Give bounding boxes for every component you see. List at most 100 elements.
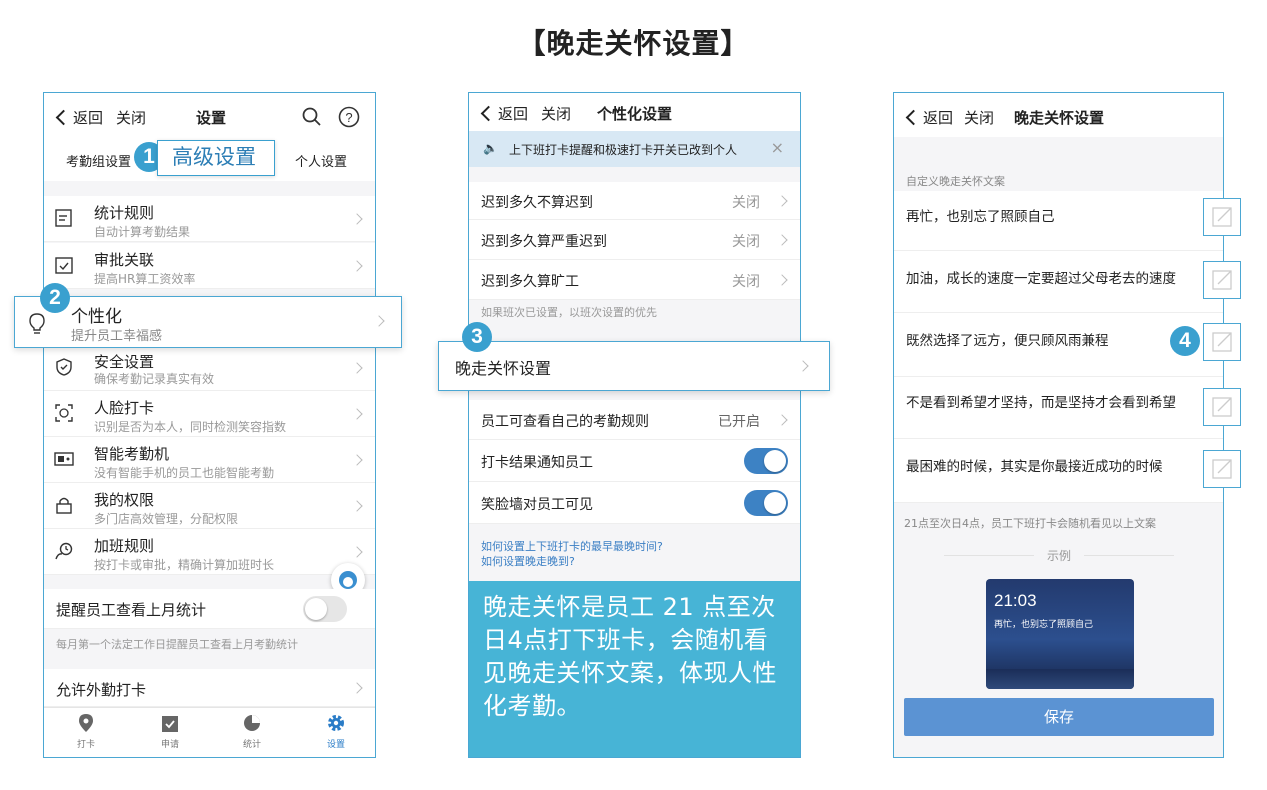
serious-late-row[interactable]: 迟到多久算严重迟到 关闭 bbox=[469, 220, 800, 260]
tab-apply[interactable]: 申请 bbox=[150, 713, 190, 750]
speaker-icon: 🔈 bbox=[483, 141, 498, 155]
chevron-right-icon bbox=[351, 500, 363, 512]
back-label: 返回 bbox=[73, 109, 104, 127]
late-care-settings-item[interactable]: 晚走关怀设置 bbox=[438, 341, 830, 391]
nav-title: 设置 bbox=[196, 109, 227, 127]
message-text: 最困难的时候，其实是你最接近成功的时候 bbox=[906, 459, 1163, 475]
tab-advanced-settings[interactable]: 高级设置 bbox=[157, 140, 275, 176]
row-label: 迟到多久算严重迟到 bbox=[481, 234, 607, 250]
step-badge-2: 2 bbox=[40, 283, 70, 313]
example-label: 示例 bbox=[1034, 547, 1084, 564]
back-chevron-icon bbox=[480, 105, 497, 122]
tab-personal-settings[interactable]: 个人设置 bbox=[295, 151, 347, 170]
chevron-right-icon bbox=[797, 360, 809, 372]
notify-toggle[interactable] bbox=[744, 448, 788, 474]
item-subtitle: 识别是否为本人，同时检测笑容指数 bbox=[94, 420, 287, 434]
item-title: 安全设置 bbox=[94, 353, 155, 371]
list-item-approval[interactable]: 审批关联 提高HR算工资效率 bbox=[44, 243, 375, 289]
tab-checkin[interactable]: 打卡 bbox=[66, 713, 106, 750]
tab-group-settings[interactable]: 考勤组设置 bbox=[66, 151, 131, 170]
back-label: 返回 bbox=[923, 109, 954, 127]
row-label: 打卡结果通知员工 bbox=[481, 455, 593, 471]
item-subtitle: 确保考勤记录真实有效 bbox=[94, 372, 215, 386]
footnote: 21点至次日4点，员工下班打卡会随机看见以上文案 bbox=[904, 517, 1156, 530]
svg-text:?: ? bbox=[345, 110, 352, 125]
edit-message-button[interactable] bbox=[1203, 388, 1241, 426]
edit-message-button[interactable] bbox=[1203, 261, 1241, 299]
list-item-face-checkin[interactable]: 人脸打卡 识别是否为本人，同时检测笑容指数 bbox=[44, 391, 375, 437]
notice-text: 上下班打卡提醒和极速打卡开关已改到个人 bbox=[509, 143, 738, 157]
chevron-right-icon bbox=[776, 234, 788, 246]
edit-message-button[interactable] bbox=[1203, 450, 1241, 488]
chevron-right-icon bbox=[351, 213, 363, 225]
list-item-stats-rules[interactable]: 统计规则 自动计算考勤结果 bbox=[44, 196, 375, 242]
remind-label: 提醒员工查看上月统计 bbox=[56, 601, 207, 619]
example-text: 再忙，也别忘了照顾自己 bbox=[994, 620, 1094, 630]
message-text: 不是看到希望才坚持，而是坚持才会看到希望 bbox=[906, 395, 1176, 411]
search-icon[interactable] bbox=[302, 107, 322, 127]
close-button[interactable]: 关闭 bbox=[116, 107, 146, 128]
remind-toggle[interactable] bbox=[303, 596, 347, 622]
list-item-security[interactable]: 安全设置 确保考勤记录真实有效 bbox=[44, 347, 375, 391]
close-button[interactable]: 关闭 bbox=[964, 107, 994, 128]
nav-title: 个性化设置 bbox=[597, 105, 673, 123]
notify-result-row: 打卡结果通知员工 bbox=[469, 440, 800, 482]
close-button[interactable]: 关闭 bbox=[541, 103, 571, 124]
tab-settings[interactable]: 设置 bbox=[316, 713, 356, 750]
item-title: 统计规则 bbox=[94, 204, 155, 222]
example-time: 21:03 bbox=[994, 591, 1037, 610]
edit-message-button[interactable] bbox=[1203, 198, 1241, 236]
back-button[interactable]: 返回 bbox=[905, 107, 954, 128]
outside-label: 允许外勤打卡 bbox=[56, 681, 147, 699]
shift-note: 如果班次已设置，以班次设置的优先 bbox=[481, 306, 657, 319]
help-link-time[interactable]: 如何设置上下班打卡的最早最晚时间? bbox=[481, 539, 663, 554]
view-rules-row[interactable]: 员工可查看自己的考勤规则 已开启 bbox=[469, 400, 800, 440]
help-link-late[interactable]: 如何设置晚走晚到? bbox=[481, 554, 663, 569]
back-label: 返回 bbox=[498, 105, 529, 123]
nav-bar: 返回 关闭 设置 ? bbox=[44, 93, 375, 139]
item-title: 智能考勤机 bbox=[94, 445, 170, 463]
item-title: 个性化 bbox=[71, 307, 122, 327]
row-value: 关闭 bbox=[732, 274, 760, 290]
remind-monthly-stats-row: 提醒员工查看上月统计 bbox=[44, 589, 375, 629]
absent-row[interactable]: 迟到多久算旷工 关闭 bbox=[469, 260, 800, 300]
help-icon[interactable]: ? bbox=[338, 106, 360, 128]
item-title: 晚走关怀设置 bbox=[455, 359, 552, 378]
message-row: 加油，成长的速度一定要超过父母老去的速度 bbox=[894, 251, 1223, 313]
shield-icon bbox=[56, 358, 72, 376]
chevron-right-icon bbox=[776, 274, 788, 286]
tab-label: 设置 bbox=[326, 740, 345, 750]
row-value: 关闭 bbox=[732, 195, 760, 211]
edit-message-button[interactable] bbox=[1203, 323, 1241, 361]
late-grace-row[interactable]: 迟到多久不算迟到 关闭 bbox=[469, 182, 800, 220]
gear-icon bbox=[328, 715, 344, 731]
smile-toggle[interactable] bbox=[744, 490, 788, 516]
row-label: 迟到多久不算迟到 bbox=[481, 195, 593, 211]
list-item-personalization[interactable]: 个性化 提升员工幸福感 bbox=[14, 296, 402, 348]
item-subtitle: 没有智能手机的员工也能智能考勤 bbox=[94, 466, 275, 480]
tab-stats[interactable]: 统计 bbox=[232, 713, 272, 750]
nav-bar: 返回 关闭 个性化设置 bbox=[469, 93, 800, 131]
approval-icon bbox=[162, 716, 178, 732]
example-preview: 21:03 再忙，也别忘了照顾自己 bbox=[986, 579, 1134, 689]
list-item-permissions[interactable]: 我的权限 多门店高效管理，分配权限 bbox=[44, 483, 375, 529]
allow-outside-checkin-row[interactable]: 允许外勤打卡 bbox=[44, 669, 375, 707]
list-item-overtime[interactable]: 加班规则 按打卡或审批，精确计算加班时长 bbox=[44, 529, 375, 575]
remind-note: 每月第一个法定工作日提醒员工查看上月考勤统计 bbox=[56, 638, 298, 651]
tab-label: 统计 bbox=[242, 740, 261, 750]
nav-title: 晚走关怀设置 bbox=[1014, 109, 1105, 127]
edit-list-icon bbox=[55, 209, 72, 227]
back-button[interactable]: 返回 bbox=[480, 103, 529, 124]
list-item-smart-device[interactable]: 智能考勤机 没有智能手机的员工也能智能考勤 bbox=[44, 437, 375, 483]
save-button[interactable]: 保存 bbox=[904, 698, 1214, 736]
help-links: 如何设置上下班打卡的最早最晚时间? 如何设置晚走晚到? bbox=[481, 539, 663, 569]
edit-icon bbox=[1212, 332, 1232, 352]
chevron-right-icon bbox=[373, 315, 385, 327]
back-button[interactable]: 返回 bbox=[55, 107, 104, 128]
row-value: 已开启 bbox=[718, 414, 760, 430]
step-badge-4: 4 bbox=[1170, 326, 1200, 356]
close-icon[interactable]: × bbox=[771, 138, 784, 157]
settings-screen: 返回 关闭 设置 ? 考勤组设置 个人设置 统计规则 自动计算考勤结果 审批关联… bbox=[43, 92, 376, 758]
row-label: 笑脸墙对员工可见 bbox=[481, 497, 593, 513]
item-subtitle: 按打卡或审批，精确计算加班时长 bbox=[94, 558, 275, 572]
